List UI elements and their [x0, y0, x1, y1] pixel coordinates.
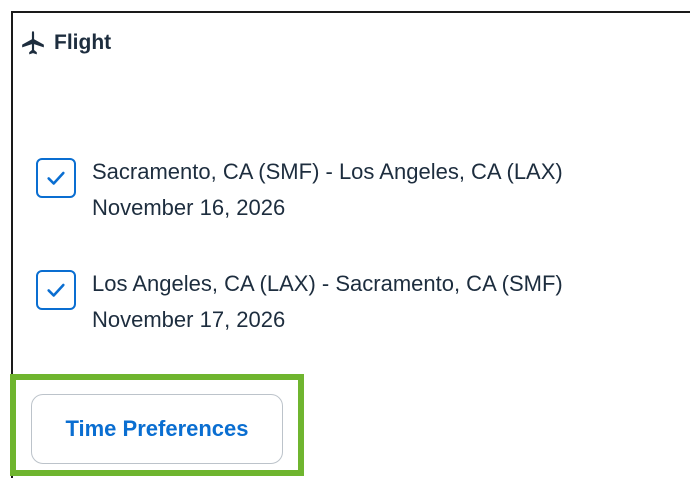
flight-route: Sacramento, CA (SMF) - Los Angeles, CA (…: [92, 159, 563, 184]
flight-route: Los Angeles, CA (LAX) - Sacramento, CA (…: [92, 271, 563, 296]
checkmark-icon: [47, 171, 65, 185]
flight-item: Los Angeles, CA (LAX) - Sacramento, CA (…: [36, 266, 563, 338]
flight-checkbox[interactable]: [36, 270, 76, 310]
flight-selection-page: Flight Sacramento, CA (SMF) - Los Angele…: [0, 0, 690, 478]
flight-date: November 17, 2026: [92, 307, 286, 332]
flight-info: Los Angeles, CA (LAX) - Sacramento, CA (…: [92, 266, 563, 338]
flight-info: Sacramento, CA (SMF) - Los Angeles, CA (…: [92, 154, 563, 226]
time-preferences-button[interactable]: Time Preferences: [31, 394, 283, 464]
flight-item: Sacramento, CA (SMF) - Los Angeles, CA (…: [36, 154, 563, 226]
section-title: Flight: [54, 31, 112, 54]
airplane-icon: [20, 30, 46, 56]
flight-section-header: Flight: [20, 30, 111, 56]
flight-date: November 16, 2026: [92, 195, 286, 220]
flight-checkbox[interactable]: [36, 158, 76, 198]
checkmark-icon: [47, 283, 65, 297]
